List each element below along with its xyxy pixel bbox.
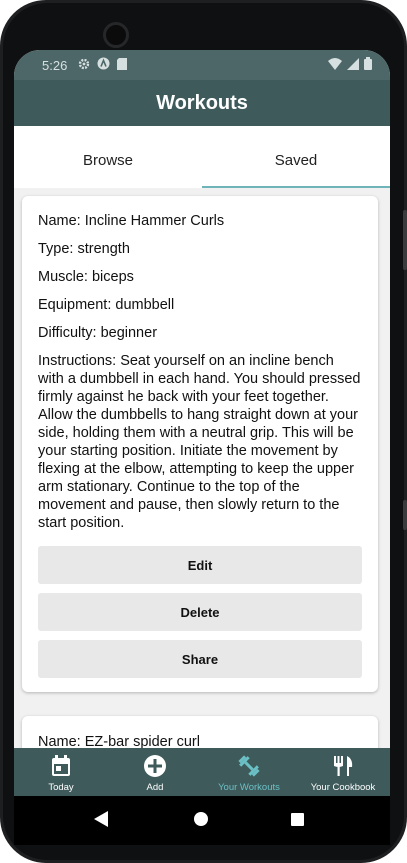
phone-frame: 5:26 Workouts Browse Saved Name: Incline… <box>0 0 407 863</box>
nav-label-today: Today <box>48 782 74 793</box>
nav-label-your-workouts: Your Workouts <box>218 782 280 793</box>
volume-button <box>403 210 407 270</box>
dumbbell-icon <box>202 754 296 782</box>
nav-item-today[interactable]: Today <box>14 748 108 796</box>
phone-screen: 5:26 Workouts Browse Saved Name: Incline… <box>14 50 390 845</box>
utensils-icon <box>296 754 390 782</box>
share-button[interactable]: Share <box>38 640 362 678</box>
status-system-icons <box>328 57 372 70</box>
status-notification-icons <box>78 57 127 70</box>
battery-icon <box>364 57 372 70</box>
back-icon[interactable] <box>94 811 108 827</box>
workout-equipment: Equipment: dumbbell <box>38 297 175 313</box>
nav-label-your-cookbook: Your Cookbook <box>310 782 376 793</box>
calendar-icon <box>14 754 108 782</box>
edit-button[interactable]: Edit <box>38 546 362 584</box>
tab-browse[interactable]: Browse <box>14 126 202 188</box>
tab-saved[interactable]: Saved <box>202 126 390 188</box>
settings-icon <box>78 58 90 69</box>
nav-item-your-workouts[interactable]: Your Workouts <box>202 748 296 796</box>
home-icon[interactable] <box>194 812 208 826</box>
delete-button[interactable]: Delete <box>38 593 362 631</box>
add-circle-icon <box>108 754 202 782</box>
nav-label-add: Add <box>146 782 164 793</box>
nav-item-add[interactable]: Add <box>108 748 202 796</box>
app-bar: Workouts <box>14 80 390 126</box>
sd-card-icon <box>117 57 127 70</box>
saved-workouts-list[interactable]: Name: Incline Hammer Curls Type: strengt… <box>14 188 390 748</box>
workout-difficulty: Difficulty: beginner <box>38 325 158 341</box>
power-button <box>403 500 407 530</box>
recent-apps-icon[interactable] <box>291 813 304 826</box>
wifi-icon <box>328 57 342 70</box>
workout-type: Type: strength <box>38 241 130 257</box>
workout-card: Name: EZ-bar spider curl <box>22 716 378 748</box>
workout-card: Name: Incline Hammer Curls Type: strengt… <box>22 196 378 692</box>
a-logo-icon <box>97 57 110 70</box>
tab-bar: Browse Saved <box>14 126 390 188</box>
workout-muscle: Muscle: biceps <box>38 269 134 285</box>
page-title: Workouts <box>156 92 248 114</box>
signal-icon <box>347 57 359 70</box>
workout-name: Name: Incline Hammer Curls <box>38 213 225 229</box>
status-time: 5:26 <box>42 58 68 73</box>
nav-item-your-cookbook[interactable]: Your Cookbook <box>296 748 390 796</box>
bottom-navigation: Today Add Your Workouts Your Cookbook <box>14 748 390 796</box>
status-bar: 5:26 <box>14 50 390 80</box>
front-camera <box>103 22 129 48</box>
workout-instructions: Instructions: Seat yourself on an inclin… <box>38 353 361 531</box>
workout-name: Name: EZ-bar spider curl <box>38 734 200 748</box>
system-navigation-bar <box>14 796 390 845</box>
